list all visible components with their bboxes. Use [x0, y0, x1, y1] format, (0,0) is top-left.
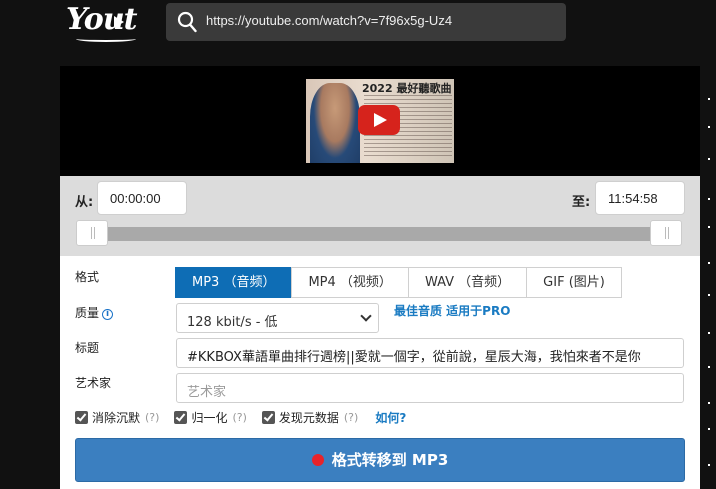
quality-label: 质量 — [75, 306, 100, 320]
logo-swoosh-icon — [76, 36, 136, 42]
artist-label: 艺术家 — [75, 376, 112, 390]
thumbnail-person-image — [310, 83, 360, 163]
info-icon[interactable]: i — [102, 309, 114, 320]
to-label: 至: — [572, 195, 591, 210]
from-time-input[interactable]: 00:00:00 — [97, 181, 187, 215]
from-label: 从: — [75, 195, 94, 210]
right-edge-strip — [700, 66, 716, 489]
url-input[interactable]: https://youtube.com/watch?v=7f96x5g-Uz4 — [206, 13, 452, 28]
remove-silence-label[interactable]: 消除沉默 — [92, 409, 140, 426]
top-bar: Yout https://youtube.com/watch?v=7f96x5g… — [0, 0, 716, 66]
range-start-handle[interactable] — [76, 220, 108, 246]
convert-button-label: 格式转移到 MP3 — [331, 451, 449, 469]
find-metadata-help-icon[interactable]: (?) — [344, 411, 358, 424]
format-tab-mp3[interactable]: MP3 （音频） — [175, 267, 293, 298]
to-time-input[interactable]: 11:54:58 — [595, 181, 685, 215]
title-input[interactable]: #KKBOX華語單曲排行週榜||愛就一個字，從前說，星辰大海，我怕來者不是你 — [176, 338, 684, 368]
remove-silence-checkbox[interactable] — [75, 410, 88, 424]
format-label: 格式 — [75, 270, 100, 284]
chevron-down-icon — [360, 310, 372, 322]
remove-silence-help-icon[interactable]: (?) — [145, 411, 159, 424]
quality-label-row: 质量 i — [75, 304, 114, 321]
options-row: 消除沉默 (?) 归一化 (?) 发现元数据 (?) 如何? — [75, 408, 406, 426]
quality-select[interactable]: 128 kbit/s - 低 — [176, 303, 379, 333]
logo-text: Yout — [66, 2, 137, 37]
video-preview: 2022 最好聽歌曲 — [60, 66, 700, 176]
play-icon[interactable] — [358, 105, 400, 135]
normalize-help-icon[interactable]: (?) — [232, 411, 246, 424]
record-dot-icon — [311, 454, 324, 466]
artist-input[interactable]: 艺术家 — [176, 373, 684, 403]
range-end-handle[interactable] — [650, 220, 682, 246]
normalize-checkbox[interactable] — [174, 410, 188, 424]
best-quality-pro-link[interactable]: 最佳音质 适用于PRO — [394, 302, 510, 319]
video-thumbnail[interactable]: 2022 最好聽歌曲 — [306, 79, 454, 163]
quality-value: 128 kbit/s - 低 — [187, 315, 278, 330]
find-metadata-label[interactable]: 发现元数据 — [279, 409, 339, 426]
convert-button[interactable]: 格式转移到 MP3 — [75, 438, 685, 482]
title-label: 标题 — [75, 341, 100, 355]
format-tab-mp4[interactable]: MP4 （视频） — [291, 267, 409, 298]
format-tab-gif[interactable]: GIF (图片) — [526, 267, 622, 298]
search-icon — [177, 11, 197, 33]
url-search-bar[interactable]: https://youtube.com/watch?v=7f96x5g-Uz4 — [166, 3, 566, 41]
find-metadata-checkbox[interactable] — [261, 410, 275, 424]
conversion-form: 格式 MP3 （音频） MP4 （视频） WAV （音频） GIF (图片) 质… — [60, 256, 700, 489]
format-tab-wav[interactable]: WAV （音频） — [407, 267, 528, 298]
logo-play-icon — [114, 16, 124, 28]
range-slider-track[interactable] — [80, 227, 682, 241]
thumbnail-title: 2022 最好聽歌曲 — [362, 82, 452, 95]
format-tabs: MP3 （音频） MP4 （视频） WAV （音频） GIF (图片) — [175, 267, 622, 298]
normalize-label[interactable]: 归一化 — [191, 409, 227, 426]
time-range-panel: 从: 00:00:00 至: 11:54:58 — [60, 176, 700, 256]
how-to-link[interactable]: 如何? — [375, 409, 406, 426]
yout-logo[interactable]: Yout — [66, 2, 142, 46]
